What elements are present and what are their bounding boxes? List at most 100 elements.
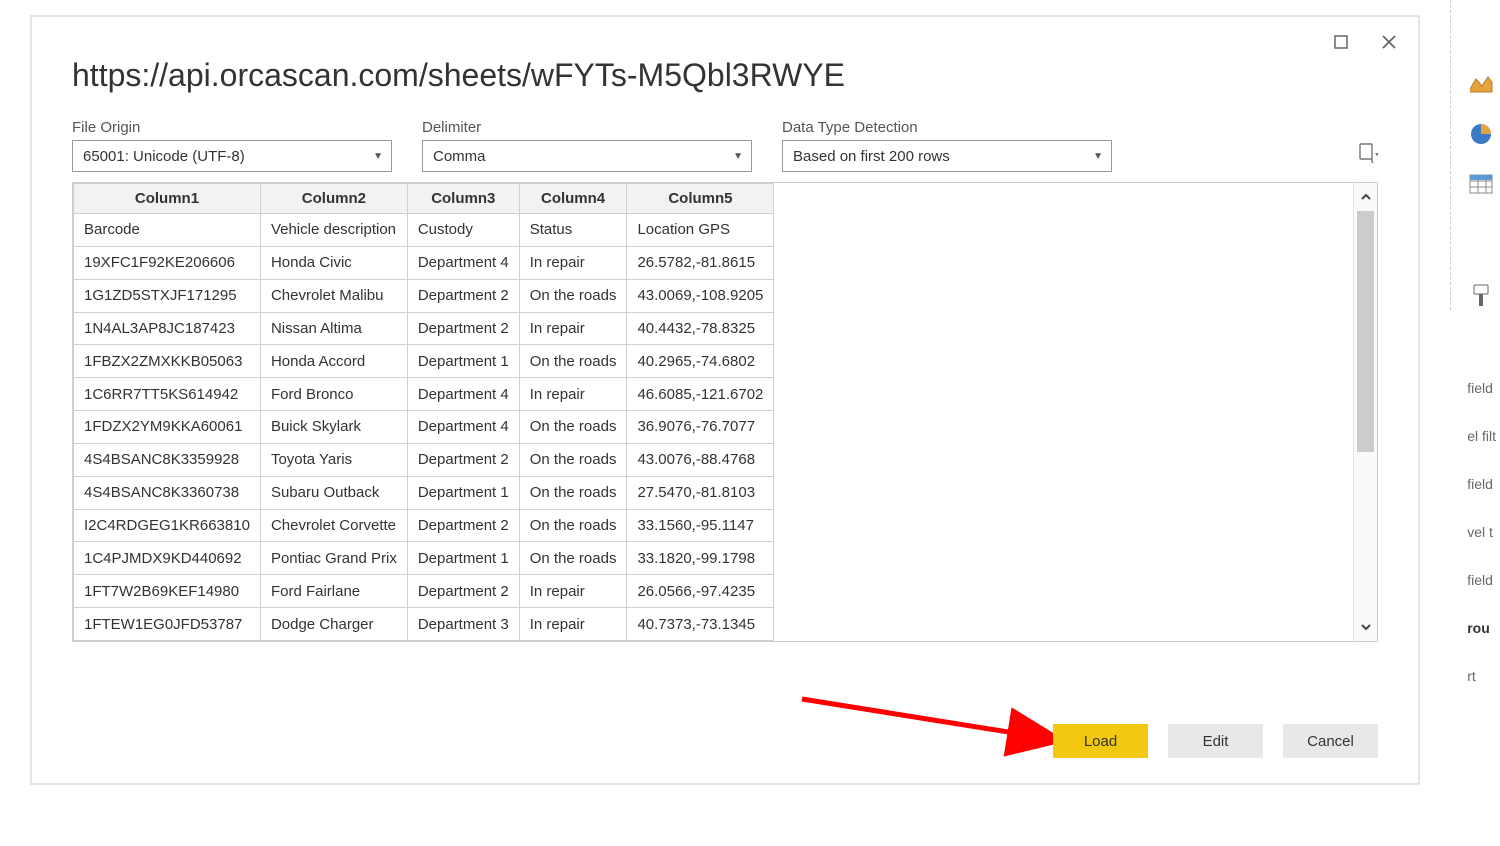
table-cell: On the roads (519, 476, 627, 509)
table-cell: Department 1 (407, 476, 519, 509)
file-origin-group: File Origin 65001: Unicode (UTF-8) ▼ (72, 119, 392, 172)
area-chart-icon[interactable] (1467, 70, 1495, 98)
panel-label: el filt (1467, 428, 1496, 444)
table-cell: On the roads (519, 443, 627, 476)
table-cell: Custody (407, 214, 519, 247)
table-cell: 43.0076,-88.4768 (627, 443, 774, 476)
detection-value: Based on first 200 rows (793, 148, 950, 165)
table-cell: 26.0566,-97.4235 (627, 575, 774, 608)
load-button[interactable]: Load (1053, 724, 1148, 758)
table-row[interactable]: I2C4RDGEG1KR663810Chevrolet CorvetteDepa… (74, 509, 774, 542)
table-row[interactable]: 4S4BSANC8K3359928Toyota YarisDepartment … (74, 443, 774, 476)
table-row[interactable]: 1C6RR7TT5KS614942Ford BroncoDepartment 4… (74, 378, 774, 411)
cancel-button[interactable]: Cancel (1283, 724, 1378, 758)
table-row[interactable]: BarcodeVehicle descriptionCustodyStatusL… (74, 214, 774, 247)
table-cell: 40.4432,-78.8325 (627, 312, 774, 345)
column-header[interactable]: Column4 (519, 184, 627, 214)
detection-label: Data Type Detection (782, 119, 1112, 136)
maximize-button[interactable] (1332, 33, 1350, 51)
column-header[interactable]: Column5 (627, 184, 774, 214)
table-cell: Subaru Outback (260, 476, 407, 509)
table-cell: In repair (519, 246, 627, 279)
table-cell: 1FT7W2B69KEF14980 (74, 575, 261, 608)
table-cell: Department 2 (407, 279, 519, 312)
dialog-buttons: Load Edit Cancel (1053, 724, 1378, 758)
table-cell: 33.1820,-99.1798 (627, 542, 774, 575)
visualizations-pane: field el filt field vel t field rou rt (1420, 0, 1500, 846)
table-cell: 1G1ZD5STXJF171295 (74, 279, 261, 312)
table-row[interactable]: 1FBZX2ZMXKKB05063Honda AccordDepartment … (74, 345, 774, 378)
table-cell: Vehicle description (260, 214, 407, 247)
delimiter-value: Comma (433, 148, 486, 165)
scroll-track[interactable] (1354, 211, 1377, 613)
table-row[interactable]: 19XFC1F92KE206606Honda CivicDepartment 4… (74, 246, 774, 279)
scroll-up-arrow[interactable] (1354, 183, 1377, 211)
table-cell: 36.9076,-76.7077 (627, 411, 774, 444)
scroll-thumb[interactable] (1357, 211, 1374, 452)
chevron-down-icon: ▼ (733, 151, 743, 162)
edit-button[interactable]: Edit (1168, 724, 1263, 758)
table-row[interactable]: 1FT7W2B69KEF14980Ford FairlaneDepartment… (74, 575, 774, 608)
table-cell: Honda Civic (260, 246, 407, 279)
dialog-title: https://api.orcascan.com/sheets/wFYTs-M5… (72, 57, 1378, 94)
column-header[interactable]: Column2 (260, 184, 407, 214)
file-origin-label: File Origin (72, 119, 392, 136)
table-cell: Honda Accord (260, 345, 407, 378)
table-cell: 4S4BSANC8K3359928 (74, 443, 261, 476)
table-cell: On the roads (519, 411, 627, 444)
table-cell: 46.6085,-121.6702 (627, 378, 774, 411)
table-cell: On the roads (519, 279, 627, 312)
table-row[interactable]: 1FDZX2YM9KKA60061Buick SkylarkDepartment… (74, 411, 774, 444)
table-icon[interactable] (1467, 170, 1495, 198)
panel-label: vel t (1467, 524, 1496, 540)
options-row: File Origin 65001: Unicode (UTF-8) ▼ Del… (72, 119, 1378, 172)
pie-chart-icon[interactable] (1467, 120, 1495, 148)
table-cell: Dodge Charger (260, 608, 407, 641)
panel-label: rou (1467, 620, 1496, 636)
column-header[interactable]: Column1 (74, 184, 261, 214)
panel-label: field (1467, 476, 1496, 492)
table-cell: 1FDZX2YM9KKA60061 (74, 411, 261, 444)
close-button[interactable] (1380, 33, 1398, 51)
annotation-arrow (792, 689, 1092, 769)
table-row[interactable]: 1C4PJMDX9KD440692Pontiac Grand PrixDepar… (74, 542, 774, 575)
table-cell: Chevrolet Corvette (260, 509, 407, 542)
table-cell: On the roads (519, 542, 627, 575)
delimiter-group: Delimiter Comma ▼ (422, 119, 752, 172)
chevron-down-icon: ▼ (1093, 151, 1103, 162)
format-paint-icon[interactable] (1467, 282, 1495, 310)
table-row[interactable]: 1N4AL3AP8JC187423Nissan AltimaDepartment… (74, 312, 774, 345)
panel-label: field (1467, 380, 1496, 396)
table-cell: Department 1 (407, 542, 519, 575)
table-cell: 40.2965,-74.6802 (627, 345, 774, 378)
delimiter-dropdown[interactable]: Comma ▼ (422, 140, 752, 172)
vertical-scrollbar[interactable] (1353, 183, 1377, 641)
table-cell: Department 2 (407, 575, 519, 608)
table-cell: 4S4BSANC8K3360738 (74, 476, 261, 509)
table-cell: 1FTEW1EG0JFD53787 (74, 608, 261, 641)
table-cell: I2C4RDGEG1KR663810 (74, 509, 261, 542)
detection-dropdown[interactable]: Based on first 200 rows ▼ (782, 140, 1112, 172)
table-cell: Status (519, 214, 627, 247)
table-row[interactable]: 1FTEW1EG0JFD53787Dodge ChargerDepartment… (74, 608, 774, 641)
file-origin-dropdown[interactable]: 65001: Unicode (UTF-8) ▼ (72, 140, 392, 172)
column-header[interactable]: Column3 (407, 184, 519, 214)
table-cell: Chevrolet Malibu (260, 279, 407, 312)
table-cell: Ford Fairlane (260, 575, 407, 608)
table-cell: Location GPS (627, 214, 774, 247)
table-cell: Department 2 (407, 509, 519, 542)
table-cell: On the roads (519, 345, 627, 378)
refresh-icon[interactable] (1358, 141, 1378, 168)
table-header-row: Column1Column2Column3Column4Column5 (74, 184, 774, 214)
table-cell: On the roads (519, 509, 627, 542)
table-cell: Pontiac Grand Prix (260, 542, 407, 575)
table-cell: 1C6RR7TT5KS614942 (74, 378, 261, 411)
table-cell: Nissan Altima (260, 312, 407, 345)
table-row[interactable]: 4S4BSANC8K3360738Subaru OutbackDepartmen… (74, 476, 774, 509)
table-row[interactable]: 1G1ZD5STXJF171295Chevrolet MalibuDepartm… (74, 279, 774, 312)
scroll-down-arrow[interactable] (1354, 613, 1377, 641)
table-cell: 26.5782,-81.8615 (627, 246, 774, 279)
table-cell: In repair (519, 575, 627, 608)
window-controls (1332, 33, 1398, 51)
table-cell: In repair (519, 312, 627, 345)
